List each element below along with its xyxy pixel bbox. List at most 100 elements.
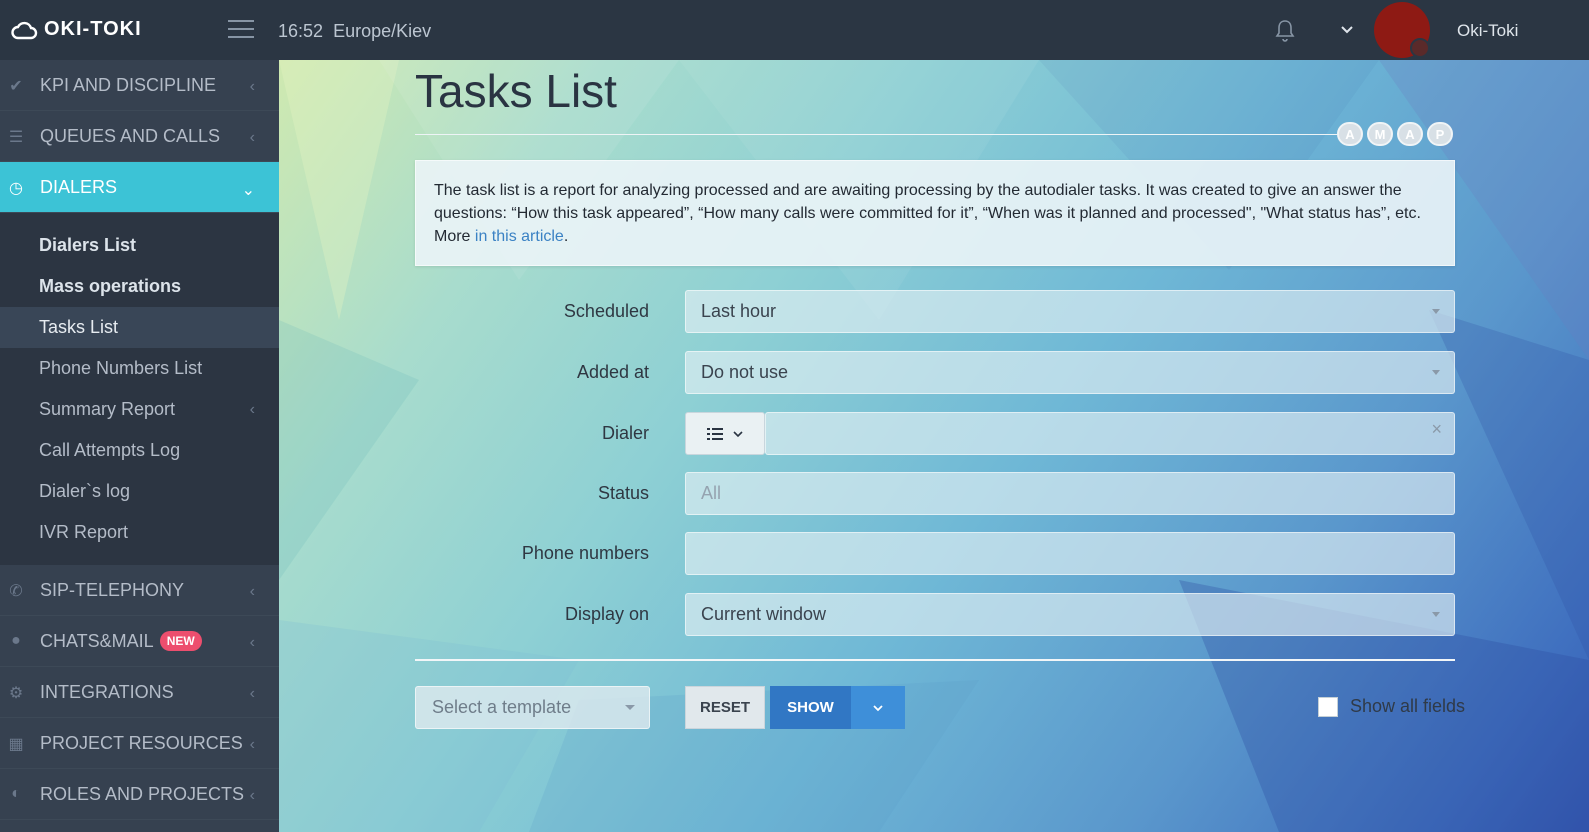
list-icon: ☰ — [8, 129, 24, 146]
chevron-down-icon[interactable] — [1340, 24, 1354, 36]
sub-summary-report[interactable]: Summary Report ‹ — [0, 389, 279, 430]
dialer-input[interactable]: × — [765, 412, 1455, 455]
logo-text: OKI-TOKI — [44, 18, 142, 40]
timezone: Europe/Kiev — [333, 21, 432, 41]
show-dropdown-button[interactable] — [851, 686, 905, 729]
clock-icon: ◷ — [9, 180, 23, 197]
added-at-row: Added at Do not use — [415, 351, 1455, 394]
nav-label: ROLES AND PROJECTS — [40, 783, 245, 804]
page-title: Tasks List — [415, 65, 617, 117]
top-bar: OKI-TOKI 16:52 Europe/Kiev Oki-Toki — [0, 0, 1589, 60]
nav-queues-and-calls[interactable]: ☰ QUEUES AND CALLS ‹ — [0, 111, 279, 162]
cloud-logo-icon — [11, 21, 38, 39]
sub-phone-numbers-list[interactable]: Phone Numbers List — [0, 348, 279, 389]
caret-down-icon — [1432, 370, 1440, 375]
phone-numbers-input[interactable] — [685, 532, 1455, 575]
display-on-value: Current window — [701, 604, 827, 624]
nav-label: SIP-TELEPHONY — [40, 579, 185, 600]
access-pill-a2[interactable]: A — [1397, 122, 1423, 146]
clear-icon[interactable]: × — [1431, 419, 1442, 440]
nav-label: PROJECT RESOURCES — [40, 732, 243, 753]
chevron-down-icon: ⌄ — [241, 182, 255, 199]
grid-icon: ▦ — [8, 736, 24, 753]
article-link[interactable]: in this article — [475, 228, 564, 245]
check-icon: ✔ — [9, 78, 23, 95]
info-box: The task list is a report for analyzing … — [415, 160, 1455, 266]
caret-down-icon — [1432, 612, 1440, 617]
sub-call-attempts-log[interactable]: Call Attempts Log — [0, 430, 279, 471]
access-pill-a[interactable]: A — [1337, 122, 1363, 146]
nav-label: INTEGRATIONS — [40, 681, 174, 702]
show-button[interactable]: SHOW — [770, 686, 851, 729]
added-at-value: Do not use — [701, 362, 789, 382]
sub-ivr-report[interactable]: IVR Report — [0, 512, 279, 553]
sub-tasks-list[interactable]: Tasks List — [0, 307, 279, 348]
chevron-down-icon — [733, 430, 743, 437]
chat-icon: ● — [11, 632, 21, 649]
chevron-left-icon: ‹ — [249, 736, 255, 753]
display-on-label: Display on — [564, 604, 649, 624]
logo[interactable]: OKI-TOKI — [10, 18, 142, 41]
sub-dialers-list[interactable]: Dialers List — [0, 225, 279, 266]
scheduled-value: Last hour — [701, 301, 777, 321]
chevron-left-icon: ‹ — [249, 583, 255, 600]
nav-project-resources[interactable]: ▦ PROJECT RESOURCES ‹ — [0, 718, 279, 769]
sub-dialers-log[interactable]: Dialer`s log — [0, 471, 279, 512]
nav-integrations[interactable]: ⚙ INTEGRATIONS ‹ — [0, 667, 279, 718]
chevron-left-icon: ‹ — [249, 78, 255, 95]
chevron-left-icon: ‹ — [249, 129, 255, 146]
list-icon — [707, 427, 723, 440]
access-pill-p[interactable]: P — [1427, 122, 1453, 146]
sub-label: Summary Report — [39, 399, 176, 419]
display-on-row: Display on Current window — [415, 593, 1455, 636]
main-content: Tasks List A M A P The task list is a re… — [279, 60, 1589, 832]
nav-dialers[interactable]: ◷ DIALERS ⌄ — [0, 162, 279, 213]
bell-icon[interactable] — [1273, 18, 1297, 44]
nav-kpi-and-discipline[interactable]: ✔ KPI AND DISCIPLINE ‹ — [0, 60, 279, 111]
nav-roles-and-projects[interactable]: ◐ ROLES AND PROJECTS ‹ — [0, 769, 279, 820]
username[interactable]: Oki-Toki — [1457, 21, 1518, 41]
chevron-down-icon — [873, 704, 883, 711]
added-at-label: Added at — [576, 362, 649, 382]
nav-label: DIALERS — [40, 176, 118, 197]
form-divider — [415, 659, 1455, 661]
dialer-row: Dialer × — [415, 412, 1455, 455]
access-pill-m[interactable]: M — [1367, 122, 1393, 146]
caret-down-icon — [1432, 309, 1440, 314]
phone-icon: ✆ — [9, 583, 23, 600]
dialers-submenu: Dialers List Mass operations Tasks List … — [0, 213, 279, 565]
nav-chats-mail[interactable]: ● CHATS&MAIL NEW ‹ — [0, 616, 279, 667]
nav-sip-telephony[interactable]: ✆ SIP-TELEPHONY ‹ — [0, 565, 279, 616]
template-select[interactable]: Select a template — [415, 686, 650, 729]
current-time: 16:52 — [278, 21, 324, 41]
chevron-left-icon: ‹ — [249, 401, 255, 418]
status-placeholder: All — [701, 483, 722, 503]
added-at-select[interactable]: Do not use — [685, 351, 1455, 394]
show-all-checkbox[interactable] — [1318, 696, 1338, 717]
show-all-fields[interactable]: Show all fields — [1318, 696, 1465, 717]
menu-toggle-icon[interactable] — [228, 20, 254, 40]
info-text: The task list is a report for analyzing … — [434, 182, 1421, 245]
chevron-left-icon: ‹ — [249, 634, 255, 651]
chevron-left-icon: ‹ — [249, 685, 255, 702]
scheduled-label: Scheduled — [563, 301, 649, 321]
status-label: Status — [597, 483, 649, 503]
clock: 16:52 Europe/Kiev — [278, 21, 431, 42]
info-end: . — [563, 228, 569, 245]
status-select[interactable]: All — [685, 472, 1455, 515]
dialer-label: Dialer — [601, 423, 649, 443]
display-on-select[interactable]: Current window — [685, 593, 1455, 636]
nav-label: CHATS&MAIL — [40, 630, 154, 651]
phone-numbers-label: Phone numbers — [521, 543, 649, 563]
status-row: Status All — [415, 472, 1455, 515]
chevron-left-icon: ‹ — [249, 787, 255, 804]
reset-button[interactable]: RESET — [685, 686, 765, 729]
scheduled-select[interactable]: Last hour — [685, 290, 1455, 333]
status-dot — [1410, 38, 1430, 58]
new-badge: NEW — [159, 631, 202, 651]
dialer-list-button[interactable] — [685, 412, 765, 455]
phone-numbers-row: Phone numbers — [415, 532, 1455, 575]
sub-mass-operations[interactable]: Mass operations — [0, 266, 279, 307]
scheduled-row: Scheduled Last hour — [415, 290, 1455, 333]
sidebar: ✔ KPI AND DISCIPLINE ‹ ☰ QUEUES AND CALL… — [0, 60, 279, 832]
